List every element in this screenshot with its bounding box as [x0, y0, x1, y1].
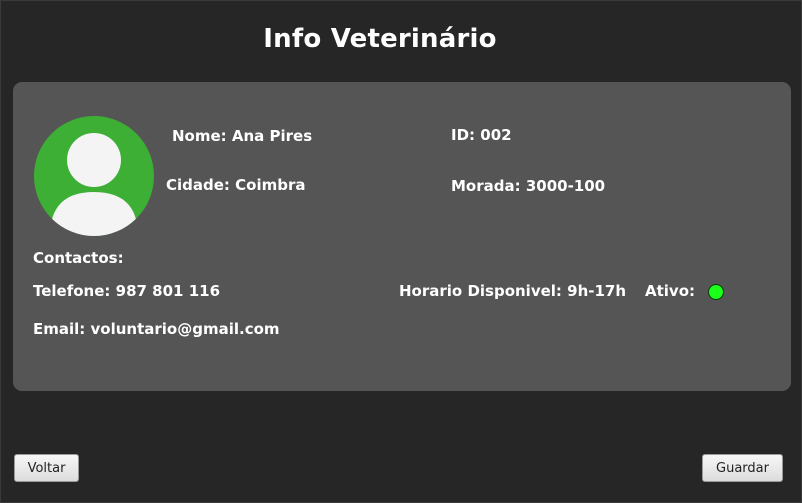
email-label: Email: voluntario@gmail.com — [33, 320, 280, 338]
vet-info-card: Nome: Ana Pires ID: 002 Cidade: Coimbra … — [13, 82, 791, 391]
page-title: Info Veterinário — [263, 24, 497, 54]
save-button[interactable]: Guardar — [702, 454, 783, 482]
id-label: ID: 002 — [451, 126, 512, 144]
active-label: Ativo: — [645, 282, 696, 300]
active-status-indicator — [708, 284, 724, 300]
contacts-heading: Contactos: — [33, 249, 124, 267]
phone-label: Telefone: 987 801 116 — [33, 282, 221, 300]
schedule-label: Horario Disponivel: 9h-17h — [399, 282, 627, 300]
city-label: Cidade: Coimbra — [166, 176, 306, 194]
name-label: Nome: Ana Pires — [172, 127, 313, 145]
user-avatar-icon — [34, 116, 154, 236]
back-button[interactable]: Voltar — [14, 454, 79, 482]
address-label: Morada: 3000-100 — [451, 177, 606, 195]
